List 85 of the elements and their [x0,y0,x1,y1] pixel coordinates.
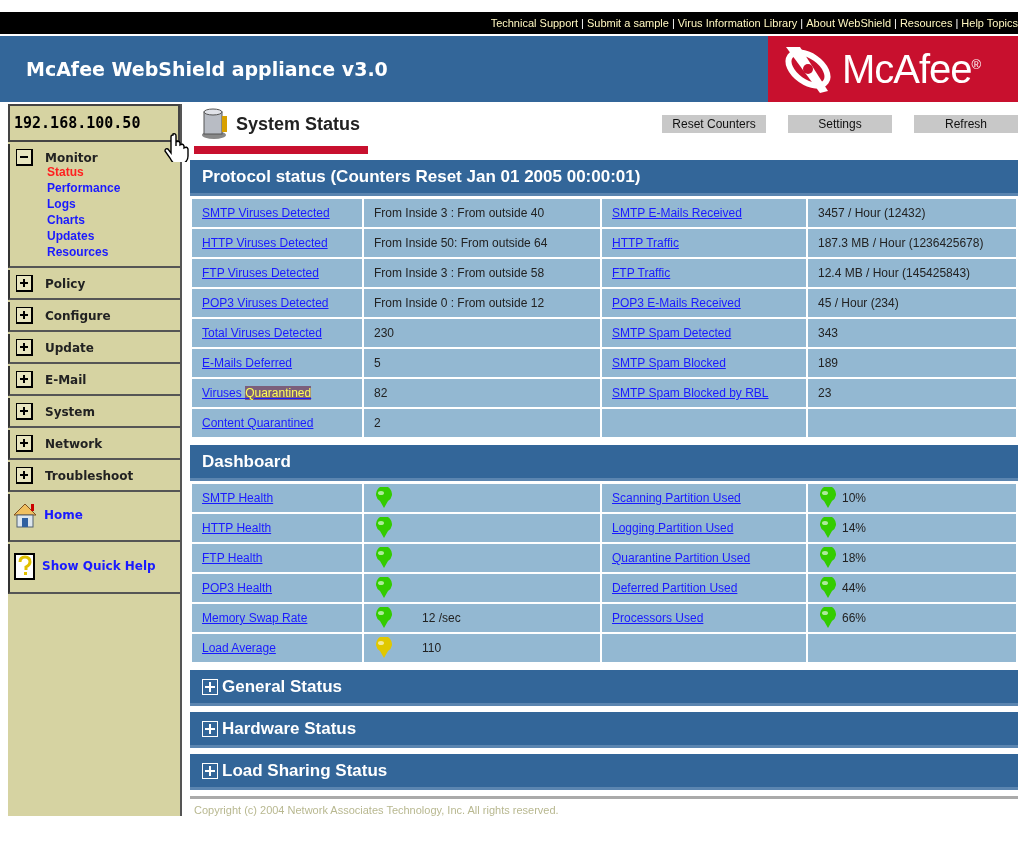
statistic-value: 23 [818,386,832,400]
statistic-value: From Inside 50: From outside 64 [374,236,548,250]
plus-icon [18,341,30,353]
section-title: Load Sharing Status [222,760,388,781]
expand-toggle[interactable] [16,435,33,452]
section-header[interactable]: Load Sharing Status [190,754,1018,790]
expand-toggle[interactable] [16,307,33,324]
statistic-value: 10% [842,491,867,505]
nav-group-label[interactable]: System [45,404,95,419]
statistic-value: 343 [818,326,839,340]
nav-group-label[interactable]: Update [45,340,94,355]
top-link[interactable]: Virus Information Library [677,17,798,29]
section-header[interactable]: Hardware Status [190,712,1018,748]
expand-toggle[interactable] [16,275,33,292]
statistic-value: 189 [818,356,839,370]
nav-subitem[interactable]: Charts [47,212,176,228]
product-title: McAfee WebShield appliance v3.0 [25,58,388,80]
statistic-value: 66% [842,611,867,625]
house-icon [12,502,38,528]
statistic-value: 110 [422,641,442,655]
nav-group-label[interactable]: Monitor [45,150,98,165]
statistic-link[interactable]: HTTP Traffic [612,236,679,250]
top-link[interactable]: Help Topics [961,17,1018,29]
statistic-value: 3457 / Hour (12432) [818,206,926,220]
nav-subitem[interactable]: Performance [47,180,176,196]
statistic-value: 14% [842,521,867,535]
page-title: System Status [236,113,361,135]
expand-toggle[interactable] [16,467,33,484]
statistic-value: 12 /sec [422,611,461,625]
statistic-value: 5 [374,356,381,370]
section-title: Protocol status (Counters Reset Jan 01 2005 00:00:01) [202,166,641,187]
collapse-toggle[interactable] [16,149,33,166]
plus-icon [18,437,30,449]
nav-subitem[interactable]: Resources [47,244,176,260]
statistic-link[interactable]: FTP Traffic [612,266,671,280]
nav-group-label[interactable]: Troubleshoot [45,468,134,483]
nav-subitem[interactable]: Logs [47,196,176,212]
plus-icon [18,405,30,417]
statistic-value: From Inside 0 : From outside 12 [374,296,545,310]
top-link[interactable]: About WebShield [806,17,892,29]
hand-cursor-icon [164,132,190,162]
plus-icon [18,277,30,289]
toolbar-button[interactable]: Reset Counters [662,115,766,133]
section-title: Hardware Status [222,718,357,739]
help-document-icon [12,552,36,580]
nav-group-label[interactable]: Configure [45,308,111,323]
statistic-value: 45 / Hour (234) [818,296,899,310]
statistic-value: 82 [374,386,388,400]
toolbar-button[interactable]: Refresh [914,115,1018,133]
server-icon [200,108,230,140]
top-link[interactable]: Submit a sample [586,17,669,29]
statistic-value: From Inside 3 : From outside 40 [374,206,545,220]
nav-subitem[interactable]: Updates [47,228,176,244]
nav-link[interactable]: Show Quick Help [42,559,156,573]
statistic-value: From Inside 3 : From outside 58 [374,266,545,280]
nav-group-label[interactable]: Policy [45,276,86,291]
expand-toggle[interactable] [16,371,33,388]
statistic-value: 230 [374,326,395,340]
section-title: General Status [222,676,342,697]
toolbar-button[interactable]: Settings [788,115,892,133]
top-link[interactable]: Technical Support [490,17,579,29]
statistic-value: 2 [374,416,381,430]
nav-link[interactable]: Home [44,508,83,522]
expand-toggle[interactable] [16,339,33,356]
nav-group-label[interactable]: E-Mail [45,372,87,387]
logo-text: McAfee$^{®}$ [842,46,981,92]
statistic-value: 12.4 MB / Hour (145425843) [818,266,971,280]
plus-icon [18,309,30,321]
plus-icon [18,469,30,481]
plus-icon [18,373,30,385]
nav-group-label[interactable]: Network [45,436,103,451]
statistic-value: 18% [842,551,867,565]
health-link[interactable]: FTP Health [202,551,263,565]
section-header[interactable]: General Status [190,670,1018,706]
top-link[interactable]: Resources [899,17,953,29]
separator: | [671,17,675,29]
statistic-value: 187.3 MB / Hour (1236425678) [818,236,984,250]
separator: | [800,17,804,29]
separator: | [894,17,897,29]
copyright-text: Copyright (c) 2004 Network Associates Technology, Inc. All rights reserved. [193,803,560,816]
expand-toggle[interactable] [16,403,33,420]
separator: | [581,17,584,29]
statistic-value: 44% [842,581,867,595]
section-title: Dashboard [202,451,291,472]
separator: | [955,17,959,29]
